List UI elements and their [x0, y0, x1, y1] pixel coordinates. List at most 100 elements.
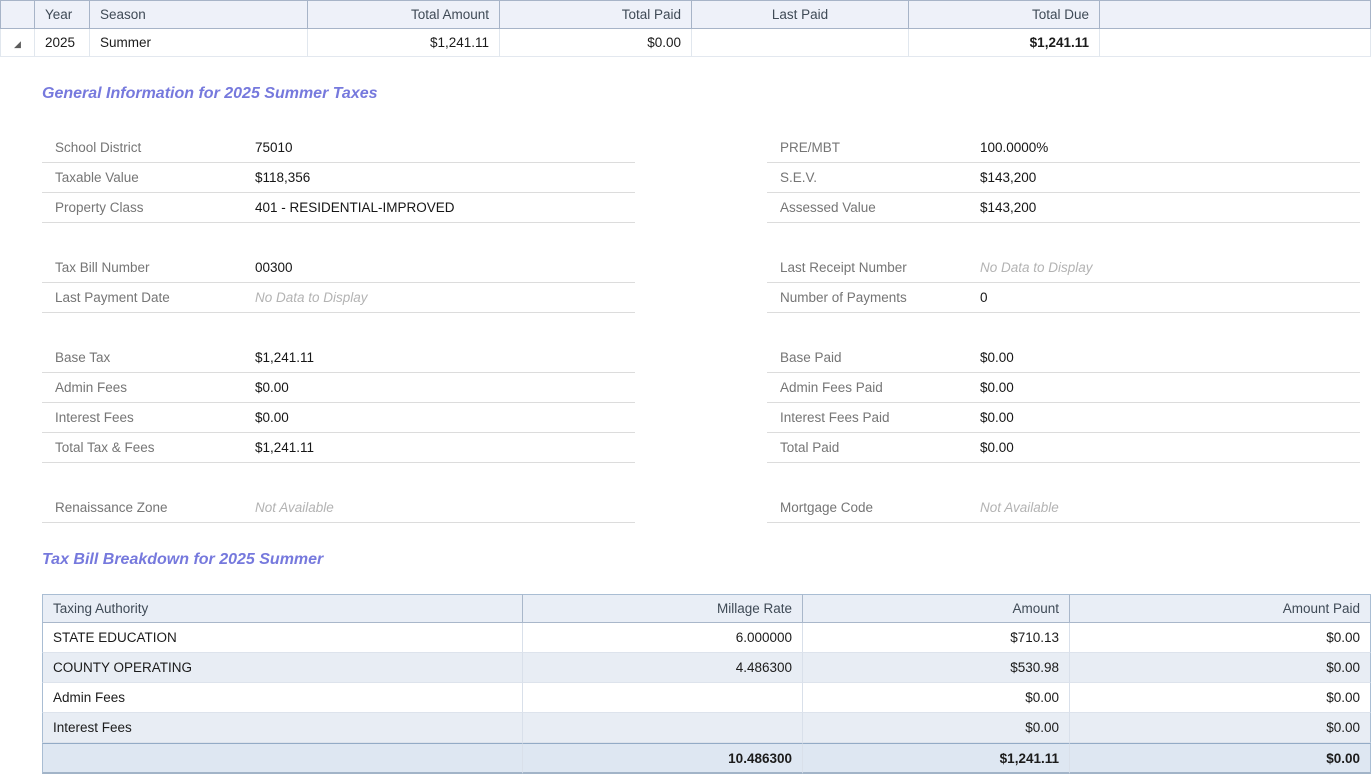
- field-row-last-payment-date: Last Payment Date No Data to Display: [42, 283, 635, 313]
- field-label: PRE/MBT: [780, 140, 980, 155]
- field-label: Tax Bill Number: [55, 260, 255, 275]
- authority-cell: STATE EDUCATION: [42, 623, 523, 653]
- field-value: $118,356: [255, 170, 310, 185]
- field-row-pre-mbt: PRE/MBT 100.0000%: [767, 133, 1360, 163]
- breakdown-header-row: Taxing Authority Millage Rate Amount Amo…: [42, 594, 1371, 623]
- field-value: $0.00: [980, 350, 1014, 365]
- field-label: Last Receipt Number: [780, 260, 980, 275]
- authority-cell: Interest Fees: [42, 713, 523, 743]
- amount-cell: $0.00: [803, 713, 1070, 743]
- property-values-group: School District 75010 Taxable Value $118…: [42, 133, 635, 223]
- breakdown-row-state-education: STATE EDUCATION 6.000000 $710.13 $0.00: [42, 623, 1371, 653]
- billing-info-group: Tax Bill Number 00300 Last Payment Date …: [42, 253, 635, 313]
- field-row-renaissance-zone: Renaissance Zone Not Available: [42, 493, 635, 523]
- tax-year-row-2025-summer[interactable]: ◢ 2025 Summer $1,241.11 $0.00 $1,241.11: [0, 29, 1371, 57]
- field-row-property-class: Property Class 401 - RESIDENTIAL-IMPROVE…: [42, 193, 635, 223]
- millage-cell: [523, 713, 803, 743]
- field-label: Interest Fees Paid: [780, 410, 980, 425]
- row-expanded-icon[interactable]: ◢: [14, 40, 21, 49]
- field-value-not-available: Not Available: [980, 500, 1059, 515]
- field-value: $0.00: [980, 440, 1014, 455]
- filler-column-header: [1100, 0, 1371, 29]
- field-row-interest-fees: Interest Fees $0.00: [42, 403, 635, 433]
- field-label: School District: [55, 140, 255, 155]
- field-value: $0.00: [255, 410, 289, 425]
- authority-cell: Admin Fees: [42, 683, 523, 713]
- field-label: Mortgage Code: [780, 500, 980, 515]
- taxing-authority-column-header: Taxing Authority: [42, 594, 523, 623]
- field-row-school-district: School District 75010: [42, 133, 635, 163]
- field-value: 00300: [255, 260, 293, 275]
- total-authority-cell: [42, 743, 523, 774]
- general-info-heading: General Information for 2025 Summer Taxe…: [42, 85, 1371, 103]
- expand-cell[interactable]: ◢: [0, 29, 35, 57]
- tax-amounts-group: Base Tax $1,241.11 Admin Fees $0.00 Inte…: [42, 343, 635, 463]
- field-value: $143,200: [980, 170, 1036, 185]
- season-column-header: Season: [90, 0, 308, 29]
- amount-paid-cell: $0.00: [1070, 683, 1371, 713]
- general-info-left-column: School District 75010 Taxable Value $118…: [42, 133, 635, 523]
- breakdown-total-row: 10.486300 $1,241.11 $0.00: [42, 743, 1371, 774]
- total-due-cell: $1,241.11: [909, 29, 1100, 57]
- field-row-taxable-value: Taxable Value $118,356: [42, 163, 635, 193]
- millage-rate-column-header: Millage Rate: [523, 594, 803, 623]
- field-value: 75010: [255, 140, 293, 155]
- field-label: Interest Fees: [55, 410, 255, 425]
- field-label: Assessed Value: [780, 200, 980, 215]
- year-column-header: Year: [35, 0, 90, 29]
- field-label: Total Paid: [780, 440, 980, 455]
- authority-cell: COUNTY OPERATING: [42, 653, 523, 683]
- total-amount-column-header: Total Amount: [308, 0, 500, 29]
- field-label: Base Paid: [780, 350, 980, 365]
- millage-cell: 6.000000: [523, 623, 803, 653]
- field-row-admin-fees-paid: Admin Fees Paid $0.00: [767, 373, 1360, 403]
- field-row-number-of-payments: Number of Payments 0: [767, 283, 1360, 313]
- receipt-info-group: Last Receipt Number No Data to Display N…: [767, 253, 1360, 313]
- field-value: 100.0000%: [980, 140, 1048, 155]
- mortgage-code-group: Mortgage Code Not Available: [767, 493, 1360, 523]
- breakdown-row-county-operating: COUNTY OPERATING 4.486300 $530.98 $0.00: [42, 653, 1371, 683]
- general-info-right-column: PRE/MBT 100.0000% S.E.V. $143,200 Assess…: [767, 133, 1360, 523]
- field-row-total-tax-and-fees: Total Tax & Fees $1,241.11: [42, 433, 635, 463]
- field-label: Base Tax: [55, 350, 255, 365]
- field-label: Admin Fees Paid: [780, 380, 980, 395]
- field-label: Taxable Value: [55, 170, 255, 185]
- field-value: $1,241.11: [255, 440, 314, 455]
- amount-paid-cell: $0.00: [1070, 653, 1371, 683]
- field-row-base-tax: Base Tax $1,241.11: [42, 343, 635, 373]
- expand-column-header: [0, 0, 35, 29]
- field-value: 0: [980, 290, 988, 305]
- millage-cell: 4.486300: [523, 653, 803, 683]
- field-row-sev: S.E.V. $143,200: [767, 163, 1360, 193]
- last-paid-cell: [692, 29, 909, 57]
- amount-paid-cell: $0.00: [1070, 713, 1371, 743]
- general-info-section: School District 75010 Taxable Value $118…: [0, 133, 1371, 523]
- amount-cell: $710.13: [803, 623, 1070, 653]
- field-label: Total Tax & Fees: [55, 440, 255, 455]
- field-row-interest-fees-paid: Interest Fees Paid $0.00: [767, 403, 1360, 433]
- field-row-admin-fees: Admin Fees $0.00: [42, 373, 635, 403]
- field-value: $1,241.11: [255, 350, 314, 365]
- season-cell: Summer: [90, 29, 308, 57]
- field-value-not-available: Not Available: [255, 500, 334, 515]
- breakdown-row-admin-fees: Admin Fees $0.00 $0.00: [42, 683, 1371, 713]
- field-label: Number of Payments: [780, 290, 980, 305]
- field-value: $143,200: [980, 200, 1036, 215]
- field-label: Renaissance Zone: [55, 500, 255, 515]
- breakdown-row-interest-fees: Interest Fees $0.00 $0.00: [42, 713, 1371, 743]
- millage-cell: [523, 683, 803, 713]
- summary-header-row: Year Season Total Amount Total Paid Last…: [0, 0, 1371, 29]
- year-cell: 2025: [35, 29, 90, 57]
- total-amount-cell: $1,241.11: [308, 29, 500, 57]
- total-paid-column-header: Total Paid: [500, 0, 692, 29]
- total-paid-cell: $0.00: [500, 29, 692, 57]
- renaissance-zone-group: Renaissance Zone Not Available: [42, 493, 635, 523]
- amount-column-header: Amount: [803, 594, 1070, 623]
- field-row-assessed-value: Assessed Value $143,200: [767, 193, 1360, 223]
- total-due-column-header: Total Due: [909, 0, 1100, 29]
- last-paid-column-header: Last Paid: [692, 0, 909, 29]
- field-label: Property Class: [55, 200, 255, 215]
- field-label: S.E.V.: [780, 170, 980, 185]
- field-value-no-data: No Data to Display: [255, 290, 368, 305]
- filler-cell: [1100, 29, 1371, 57]
